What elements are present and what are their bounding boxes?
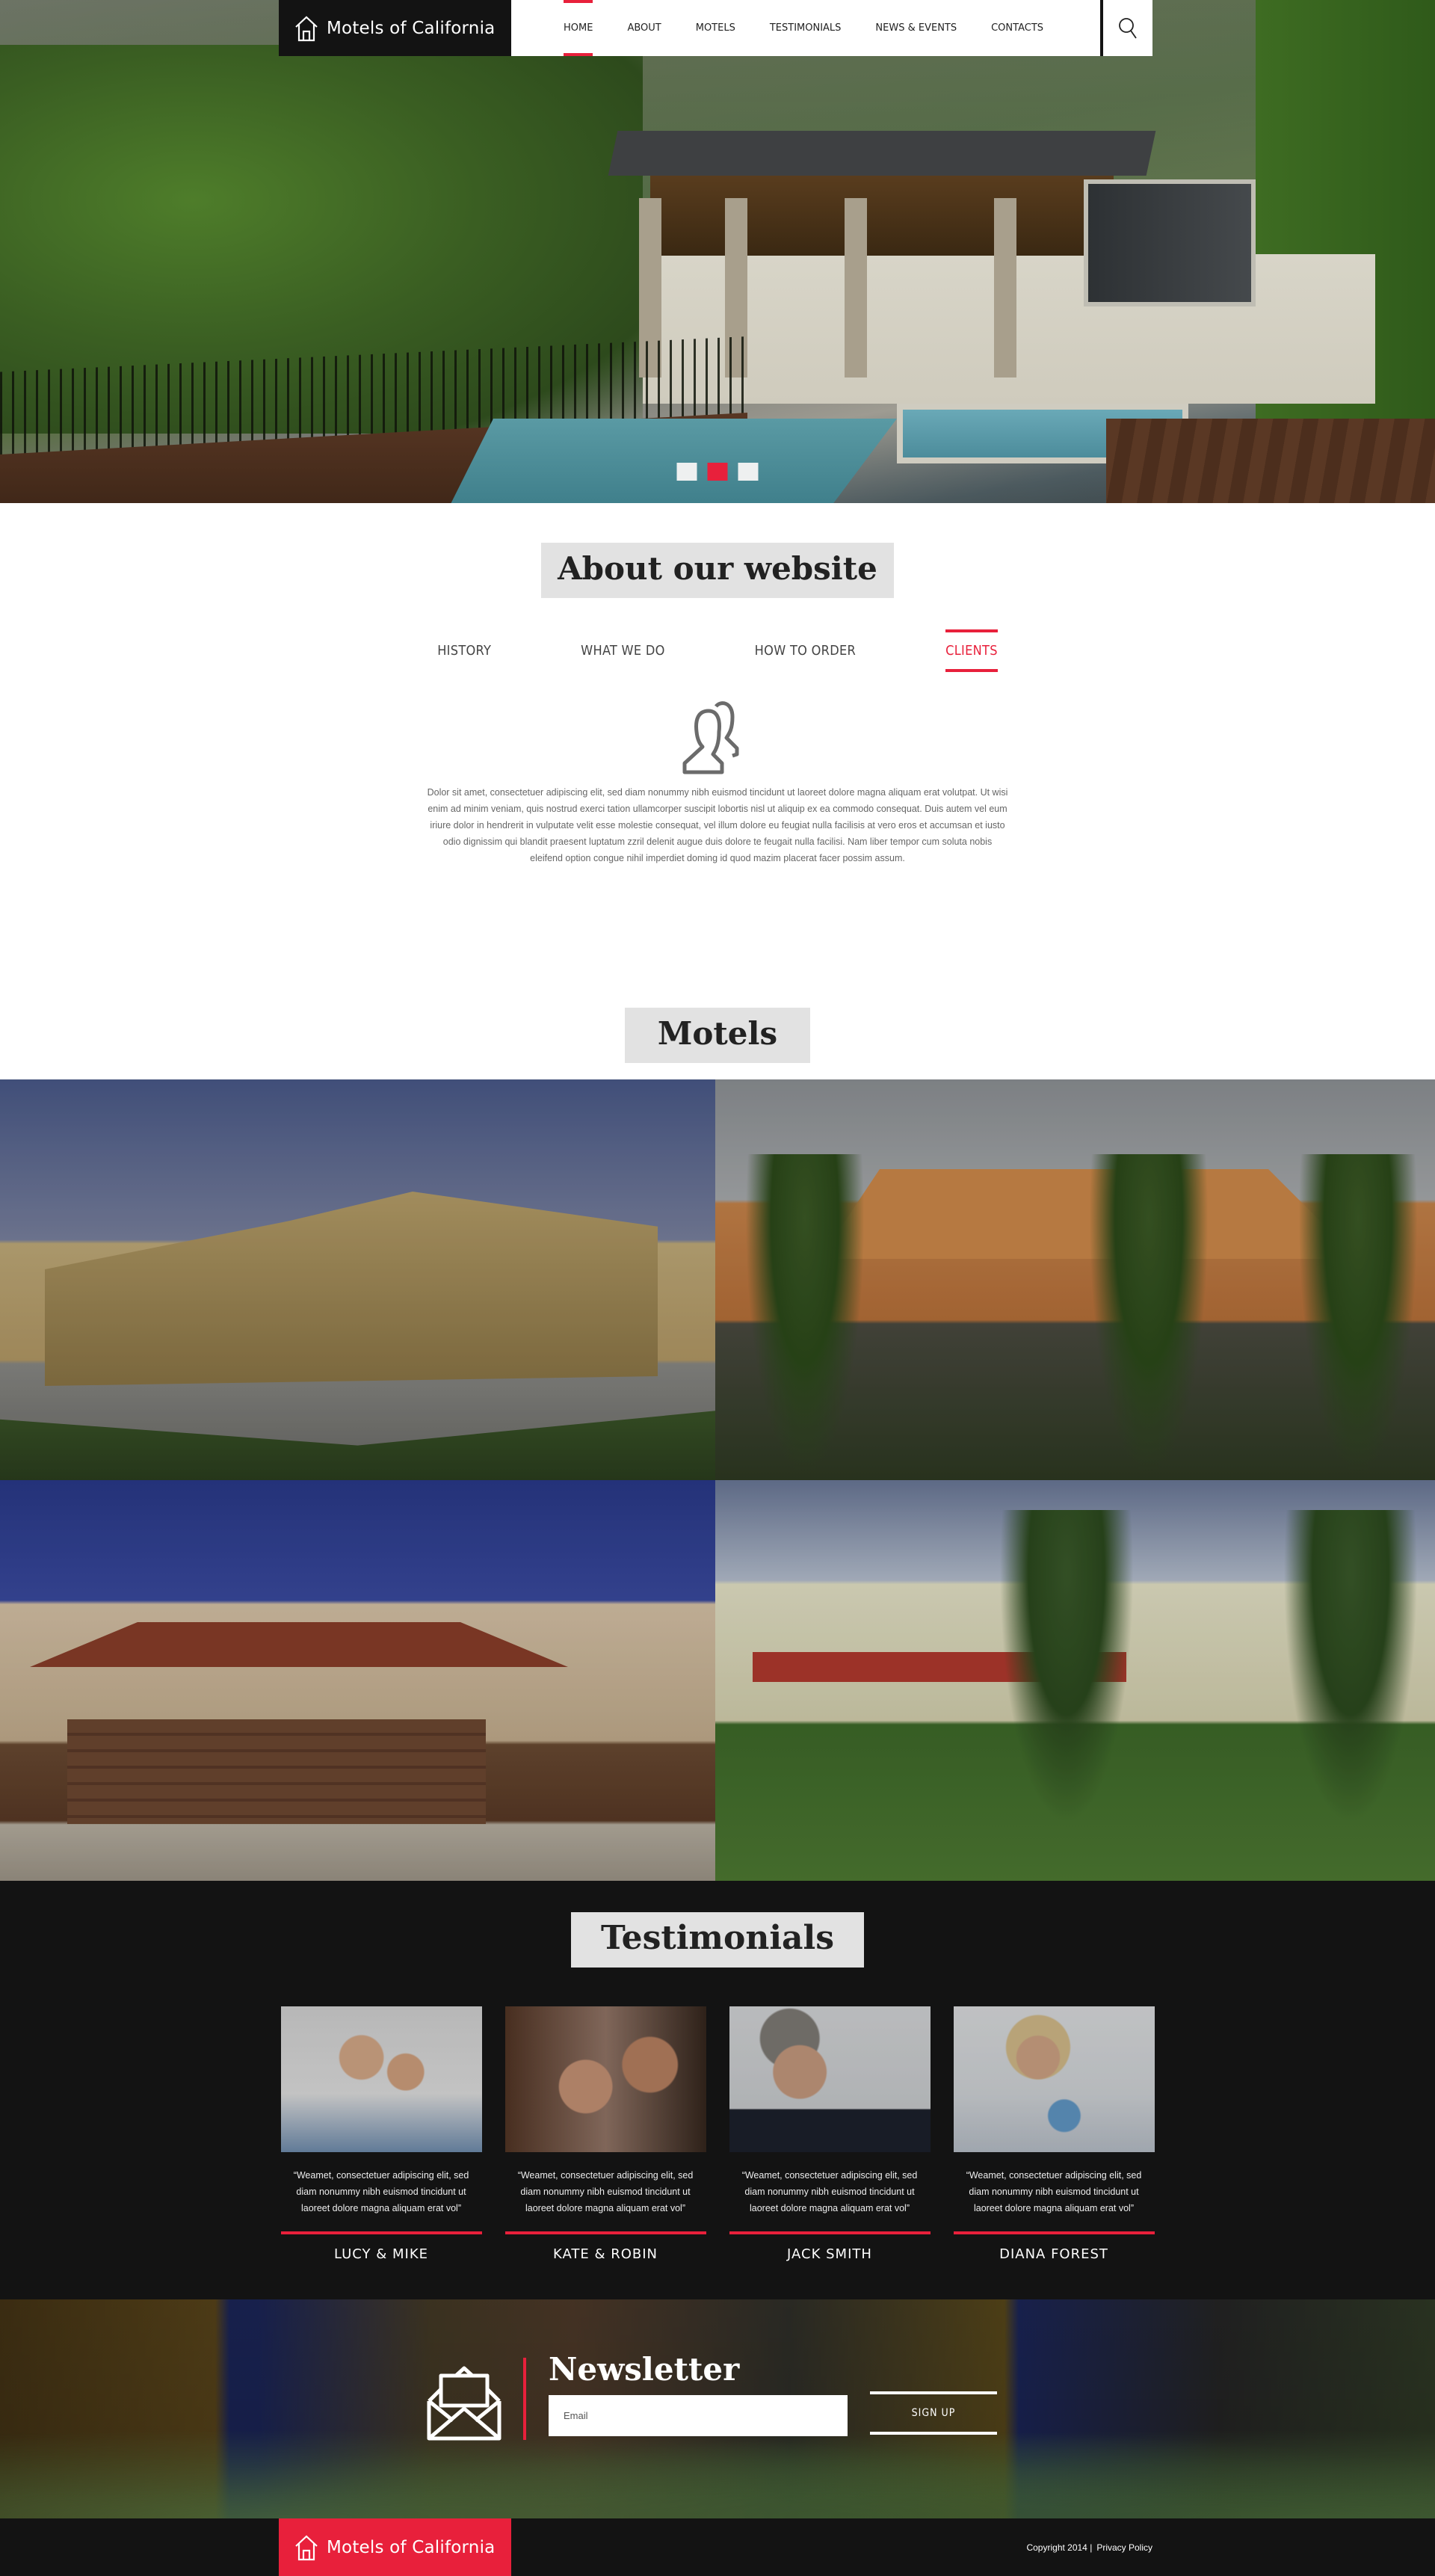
- footer-logo-text: Motels of California: [327, 2537, 496, 2557]
- motel-card-1[interactable]: [0, 1079, 715, 1480]
- email-input[interactable]: [549, 2395, 848, 2436]
- motel-palm: [745, 1154, 865, 1476]
- nav-testimonials[interactable]: TESTIMONIALS: [770, 0, 842, 56]
- hero-slider: Motels of California HOME ABOUT MOTELS T…: [0, 0, 1435, 503]
- hero-deck-right: [1106, 419, 1435, 503]
- testimonial-divider: [953, 2231, 1155, 2234]
- envelope-open-icon: [427, 2366, 502, 2441]
- testimonial-photo: [280, 2006, 482, 2152]
- users-icon: [682, 701, 739, 774]
- testimonial-name: JACK SMITH: [787, 2246, 872, 2262]
- testimonial-quote: “Weamet, consectetuer adipiscing elit, s…: [741, 2170, 918, 2213]
- house-icon: [295, 15, 318, 41]
- nav-news-events[interactable]: NEWS & EVENTS: [875, 0, 957, 56]
- site-footer: Motels of California Copyright 2014 | Pr…: [0, 2518, 1435, 2576]
- footer-logo[interactable]: Motels of California: [279, 2518, 511, 2576]
- about-tabs: HISTORY WHAT WE DO HOW TO ORDER CLIENTS: [0, 629, 1435, 672]
- testimonial-card: “Weamet, consectetuer adipiscing elit, s…: [729, 2006, 931, 2262]
- motel-roof: [30, 1622, 568, 1667]
- copyright-text: Copyright 2014 |: [1026, 2542, 1093, 2553]
- search-icon: [1119, 17, 1137, 39]
- motel-card-4[interactable]: [715, 1480, 1435, 1881]
- hero-house-ceiling: [650, 173, 1114, 256]
- logo[interactable]: Motels of California: [279, 0, 511, 56]
- footer-legal: Copyright 2014 | Privacy Policy: [1026, 2542, 1152, 2553]
- testimonial-divider: [504, 2231, 706, 2234]
- tab-what-we-do[interactable]: WHAT WE DO: [581, 629, 665, 672]
- testimonial-divider: [729, 2231, 931, 2234]
- slider-dot-2[interactable]: [707, 463, 728, 481]
- privacy-policy-link[interactable]: Privacy Policy: [1096, 2542, 1152, 2553]
- testimonial-card: “Weamet, consectetuer adipiscing elit, s…: [504, 2006, 706, 2262]
- nav-about[interactable]: ABOUT: [627, 0, 661, 56]
- site-header: Motels of California HOME ABOUT MOTELS T…: [279, 0, 1152, 56]
- hero-pillar: [994, 198, 1016, 378]
- testimonial-quote: “Weamet, consectetuer adipiscing elit, s…: [966, 2170, 1142, 2213]
- testimonial-photo: [953, 2006, 1155, 2152]
- testimonial-quote: “Weamet, consectetuer adipiscing elit, s…: [517, 2170, 694, 2213]
- hero-house-roof: [608, 131, 1156, 176]
- motel-palm: [1298, 1154, 1418, 1476]
- newsletter-divider: [523, 2358, 526, 2440]
- about-title: About our website: [541, 543, 894, 598]
- slider-dot-1[interactable]: [676, 463, 697, 481]
- tab-history[interactable]: HISTORY: [437, 629, 491, 672]
- testimonial-photo: [504, 2006, 706, 2152]
- motel-palm: [1283, 1510, 1418, 1824]
- search-button[interactable]: [1100, 0, 1152, 56]
- motel-card-3[interactable]: [0, 1480, 715, 1881]
- testimonial-card: “Weamet, consectetuer adipiscing elit, s…: [953, 2006, 1155, 2262]
- motel-garage: [67, 1719, 486, 1824]
- tab-how-to-order[interactable]: HOW TO ORDER: [755, 629, 856, 672]
- motel-roof: [753, 1652, 1126, 1682]
- testimonial-card: “Weamet, consectetuer adipiscing elit, s…: [280, 2006, 482, 2262]
- newsletter-section: Newsletter SIGN UP: [0, 2299, 1435, 2518]
- slider-dots: [676, 463, 759, 481]
- motel-card-2[interactable]: [715, 1079, 1435, 1480]
- testimonials-section: Testimonials “Weamet, consectetuer adipi…: [0, 1881, 1435, 2299]
- motel-roof: [820, 1169, 1358, 1259]
- testimonial-quote: “Weamet, consectetuer adipiscing elit, s…: [293, 2170, 469, 2213]
- sign-up-button[interactable]: SIGN UP: [870, 2391, 997, 2435]
- testimonial-name: DIANA FOREST: [999, 2246, 1108, 2262]
- motels-section: Motels: [0, 1008, 1435, 1881]
- hero-pillar: [845, 198, 867, 378]
- motel-building: [45, 1192, 658, 1386]
- about-text: Dolor sit amet, consectetuer adipiscing …: [427, 787, 1008, 863]
- testimonials-grid: “Weamet, consectetuer adipiscing elit, s…: [0, 2006, 1435, 2262]
- motel-hedge: [0, 1411, 715, 1480]
- main-nav: HOME ABOUT MOTELS TESTIMONIALS NEWS & EV…: [511, 0, 1100, 56]
- testimonials-title: Testimonials: [570, 1912, 865, 1968]
- testimonial-name: LUCY & MIKE: [333, 2246, 429, 2262]
- newsletter-title: Newsletter: [549, 2351, 740, 2388]
- nav-motels[interactable]: MOTELS: [696, 0, 735, 56]
- house-icon: [295, 2534, 318, 2560]
- tab-clients[interactable]: CLIENTS: [945, 629, 998, 672]
- hero-house-window: [1084, 179, 1256, 306]
- slider-dot-3[interactable]: [738, 463, 759, 481]
- motel-palm: [1089, 1154, 1209, 1476]
- testimonial-divider: [280, 2231, 482, 2234]
- testimonial-name: KATE & ROBIN: [552, 2246, 658, 2262]
- motel-palm: [999, 1510, 1134, 1824]
- nav-home[interactable]: HOME: [564, 0, 593, 56]
- motels-title: Motels: [624, 1008, 811, 1063]
- testimonial-photo: [729, 2006, 931, 2152]
- hero-pool: [448, 419, 897, 503]
- logo-text: Motels of California: [327, 18, 496, 38]
- nav-contacts[interactable]: CONTACTS: [991, 0, 1043, 56]
- about-section: About our website HISTORY WHAT WE DO HOW…: [0, 503, 1435, 1008]
- motels-grid: [0, 1079, 1435, 1881]
